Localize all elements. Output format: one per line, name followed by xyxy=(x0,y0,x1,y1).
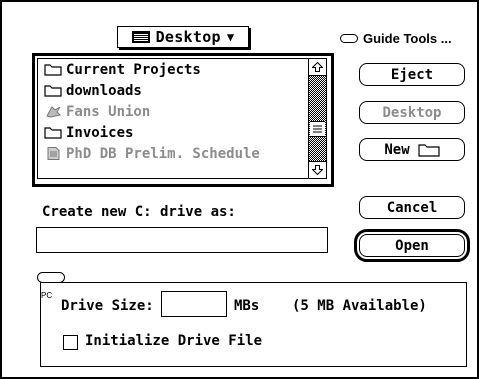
disk-drive-icon xyxy=(131,31,150,43)
folder-icon xyxy=(418,143,440,157)
drive-size-label: Drive Size: xyxy=(61,298,154,314)
eject-button-label: Eject xyxy=(390,66,434,83)
new-button-label: New xyxy=(384,141,410,158)
initialize-drive-checkbox[interactable] xyxy=(63,335,78,350)
popup-arrow-icon: ▼ xyxy=(226,30,235,44)
file-list-frame: Current Projects downloads Fans Union In… xyxy=(32,53,334,187)
eject-button[interactable]: Eject xyxy=(359,63,465,86)
new-folder-button[interactable]: New xyxy=(359,138,465,161)
scroll-thumb[interactable] xyxy=(310,121,325,137)
create-drive-label: Create new C: drive as: xyxy=(42,204,236,220)
folder-icon xyxy=(44,85,62,97)
drive-name-input[interactable] xyxy=(36,227,328,253)
list-item[interactable]: Invoices xyxy=(38,122,308,143)
file-name: Fans Union xyxy=(66,103,151,120)
file-name: Invoices xyxy=(66,124,134,141)
location-popup[interactable]: Desktop ▼ xyxy=(117,26,249,48)
scroll-down-arrow-icon[interactable] xyxy=(309,161,326,178)
file-name: PhD DB Prelim. Schedule xyxy=(66,145,260,162)
folder-icon xyxy=(44,64,62,76)
scroll-up-arrow-icon[interactable] xyxy=(309,59,326,76)
document-icon xyxy=(47,147,60,160)
folder-icon xyxy=(44,127,62,139)
open-button[interactable]: Open xyxy=(354,229,470,262)
guide-tools-label: Guide Tools ... xyxy=(363,31,452,46)
pc-options-panel xyxy=(40,282,467,367)
guide-tools-menu[interactable]: Guide Tools ... xyxy=(340,31,452,46)
file-name: Current Projects xyxy=(66,61,201,78)
list-item[interactable]: PhD DB Prelim. Schedule xyxy=(38,143,308,164)
vertical-scrollbar[interactable] xyxy=(308,58,327,179)
location-popup-label: Desktop xyxy=(155,28,221,46)
list-item[interactable]: Current Projects xyxy=(38,59,308,80)
file-name: downloads xyxy=(66,82,142,99)
initialize-drive-label[interactable]: Initialize Drive File xyxy=(85,333,262,349)
cancel-button-label: Cancel xyxy=(386,199,438,216)
desktop-button-label: Desktop xyxy=(382,104,442,121)
list-item[interactable]: downloads xyxy=(38,80,308,101)
desktop-button[interactable]: Desktop xyxy=(359,101,465,124)
drive-size-input[interactable] xyxy=(161,291,227,317)
drive-size-units: MBs xyxy=(234,298,260,314)
pc-tag: PC xyxy=(41,291,53,300)
cancel-button[interactable]: Cancel xyxy=(359,196,465,219)
application-icon xyxy=(46,106,61,118)
balloon-help-icon xyxy=(340,34,358,43)
open-button-label: Open xyxy=(395,237,429,254)
available-space-text: (5 MB Available) xyxy=(292,298,427,314)
file-list[interactable]: Current Projects downloads Fans Union In… xyxy=(37,58,309,179)
list-item[interactable]: Fans Union xyxy=(38,101,308,122)
